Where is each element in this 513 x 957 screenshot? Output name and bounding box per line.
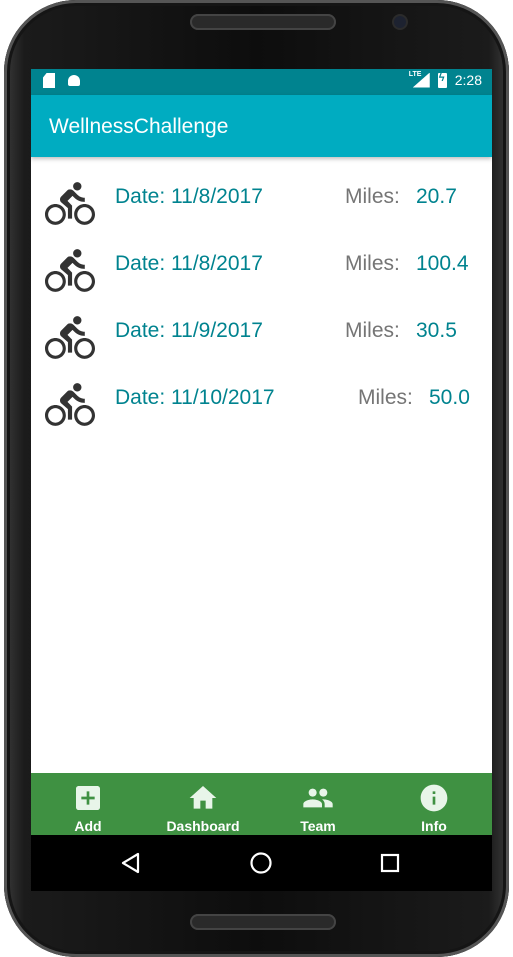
top-speaker	[190, 14, 336, 30]
nav-info-label: Info	[421, 818, 447, 834]
nav-info[interactable]: Info	[384, 773, 484, 835]
entry-date: Date: 11/8/2017	[115, 252, 263, 275]
entry-date: Date: 11/9/2017	[115, 319, 263, 342]
bike-icon	[45, 316, 95, 359]
bike-icon	[45, 383, 95, 426]
miles-label: Miles:	[345, 185, 400, 208]
list-item[interactable]: Date: 11/8/2017 Miles: 20.7	[31, 157, 492, 225]
info-icon	[420, 784, 448, 812]
add-box-icon	[76, 786, 100, 810]
back-icon[interactable]	[117, 849, 145, 877]
people-icon	[303, 788, 333, 808]
miles-label: Miles:	[345, 319, 400, 342]
sd-card-icon	[43, 73, 55, 88]
nav-dashboard[interactable]: Dashboard	[153, 773, 253, 835]
android-icon	[67, 73, 81, 87]
device-screen: LTE 2:28 WellnessChallenge Date: 11/8/20…	[31, 69, 492, 891]
nav-add[interactable]: Add	[38, 773, 138, 835]
list-item[interactable]: Date: 11/8/2017 Miles: 100.4	[31, 224, 492, 292]
entry-date: Date: 11/10/2017	[115, 386, 275, 409]
nav-team-label: Team	[300, 818, 336, 834]
nav-add-label: Add	[74, 818, 102, 834]
recents-icon[interactable]	[376, 849, 404, 877]
bike-icon	[45, 249, 95, 292]
signal-icon: LTE	[409, 71, 430, 88]
system-navigation-bar	[31, 835, 492, 891]
bike-icon	[45, 182, 95, 225]
phone-frame: LTE 2:28 WellnessChallenge Date: 11/8/20…	[4, 0, 509, 957]
front-camera	[394, 16, 406, 28]
nav-team[interactable]: Team	[268, 773, 368, 835]
bottom-speaker	[190, 914, 336, 930]
network-type: LTE	[408, 70, 422, 78]
home-icon	[189, 786, 217, 809]
list-item[interactable]: Date: 11/9/2017 Miles: 30.5	[31, 291, 492, 359]
bottom-navigation: Add Dashboard Team Info	[31, 773, 492, 835]
nav-dashboard-label: Dashboard	[166, 818, 240, 834]
miles-value: 50.0	[429, 386, 470, 409]
battery-charging-icon	[437, 72, 447, 88]
entry-date: Date: 11/8/2017	[115, 185, 263, 208]
status-clock: 2:28	[454, 72, 482, 88]
miles-label: Miles:	[358, 386, 413, 409]
app-bar: WellnessChallenge	[31, 95, 492, 157]
list-item[interactable]: Date: 11/10/2017 Miles: 50.0	[31, 358, 492, 426]
miles-label: Miles:	[345, 252, 400, 275]
miles-value: 20.7	[416, 185, 457, 208]
miles-value: 30.5	[416, 319, 457, 342]
home-circle-icon[interactable]	[247, 849, 275, 877]
miles-value: 100.4	[416, 252, 469, 275]
app-title: WellnessChallenge	[49, 115, 229, 138]
status-bar: LTE 2:28	[31, 69, 492, 95]
